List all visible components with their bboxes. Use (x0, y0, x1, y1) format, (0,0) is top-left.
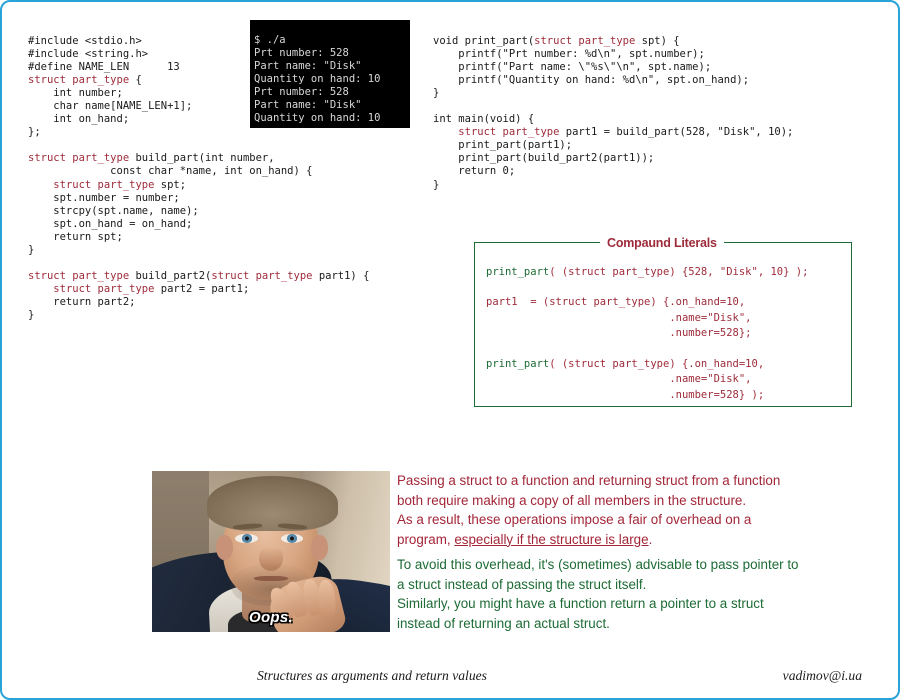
prose-red-line-2: both require making a copy of all member… (397, 492, 747, 508)
explanation-overhead: Passing a struct to a function and retur… (397, 471, 827, 549)
prose-red-line-1: Passing a struct to a function and retur… (397, 473, 781, 488)
prose-red-line-3: As a result, these operations impose a f… (397, 512, 752, 528)
photo-ear-left (216, 535, 233, 560)
footer-author: vadimov@i.ua (782, 668, 862, 683)
compound-literals-code: print_part( (struct part_type) {528, "Di… (486, 265, 809, 401)
explanation-pointers: To avoid this overhead, it's (sometimes)… (397, 557, 799, 631)
oops-photo: Oops. (152, 471, 390, 632)
slide-canvas: #include <stdio.h> #include <string.h> #… (0, 0, 900, 700)
photo-hair (206, 475, 338, 531)
footer-title: Structures as arguments and return value… (257, 668, 487, 683)
terminal-output: $ ./a Prt number: 528 Part name: "Disk" … (254, 33, 381, 125)
right-source-code: void print_part(struct part_type spt) { … (433, 34, 794, 191)
prose-red-line-4-suffix: . (648, 531, 653, 547)
photo-ear-right (311, 535, 329, 560)
terminal-window: $ ./a Prt number: 528 Part name: "Disk" … (250, 20, 410, 128)
compound-literals-title: Compaund Literals (600, 236, 724, 250)
photo-caption: Oops. (248, 609, 293, 626)
prose-red-emphasis: especially if the structure is large (454, 531, 649, 547)
prose-red-line-4-prefix: program, (397, 531, 455, 547)
photo-mouth (254, 575, 288, 582)
